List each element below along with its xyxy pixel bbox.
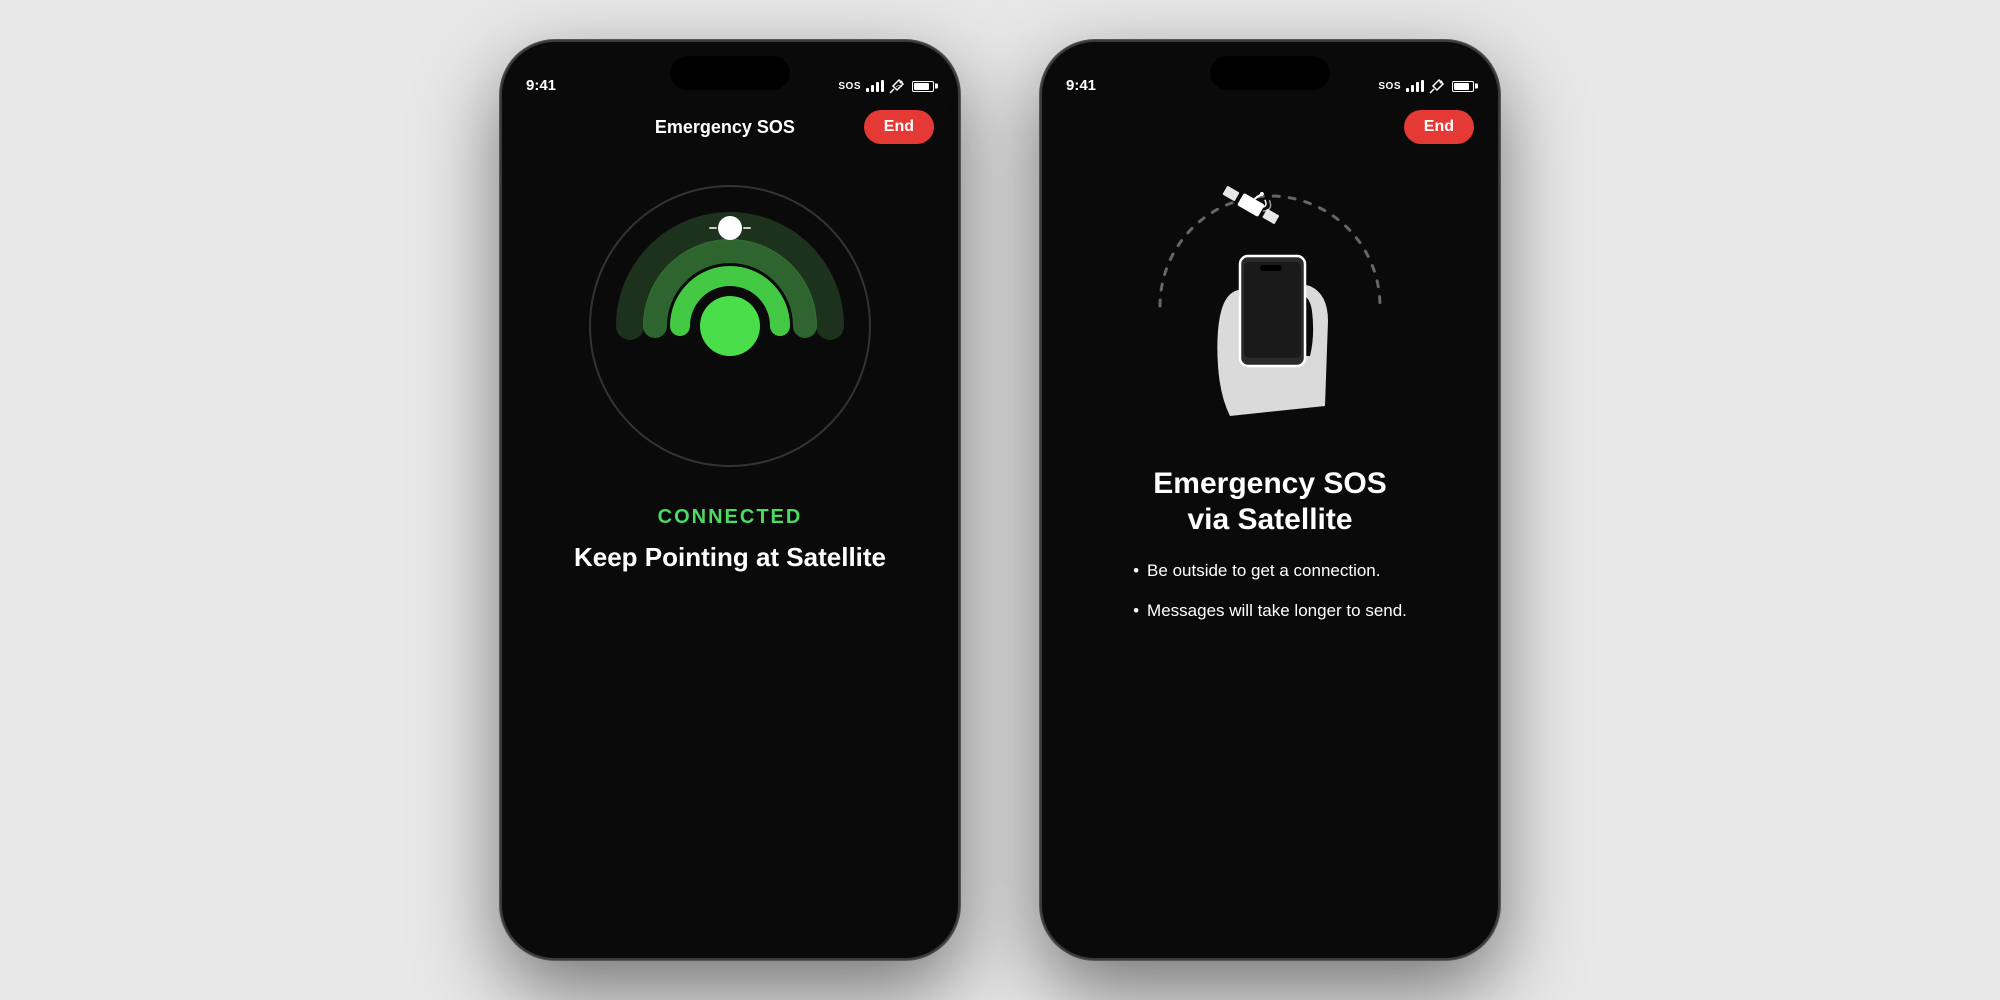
dynamic-island-2 (1210, 56, 1330, 90)
nav-title-1: Emergency SOS (655, 117, 795, 138)
satellite-instruction: Keep Pointing at Satellite (544, 541, 916, 575)
dynamic-island-1 (670, 56, 790, 90)
battery-icon-2 (1452, 81, 1474, 92)
status-icons-1: SOS (838, 78, 934, 94)
phone-hand-illustration (1200, 236, 1340, 416)
info-bullets-list: Be outside to get a connection. Messages… (1103, 538, 1437, 657)
phone-screen-2: 9:41 SOS End (1042, 42, 1498, 958)
radar-visualization (580, 176, 880, 476)
end-button-1[interactable]: End (864, 110, 934, 144)
signal-icon-1 (866, 80, 884, 92)
end-button-2[interactable]: End (1404, 110, 1474, 144)
phone-frame-1: 9:41 SOS (500, 40, 960, 960)
sos-indicator-2: SOS (1378, 81, 1401, 92)
power-button-2[interactable] (1498, 242, 1500, 332)
info-title: Emergency SOS via Satellite (1123, 466, 1416, 538)
connected-label: CONNECTED (658, 506, 803, 529)
orbit-container (1130, 166, 1410, 446)
info-text-block: Emergency SOS via Satellite (1093, 446, 1446, 538)
radar-container: CONNECTED Keep Pointing at Satellite (502, 156, 958, 958)
power-button[interactable] (958, 242, 960, 332)
satellite-status-icon-2 (1429, 78, 1445, 94)
bullet-item-1: Be outside to get a connection. (1133, 558, 1407, 584)
satellite-visual: Emergency SOS via Satellite Be outside t… (1042, 156, 1498, 958)
phone-frame-2: 9:41 SOS End (1040, 40, 1500, 960)
satellite-status-icon-1 (889, 78, 905, 94)
bullet-item-2: Messages will take longer to send. (1133, 598, 1407, 624)
sos-indicator-1: SOS (838, 81, 861, 92)
signal-icon-2 (1406, 80, 1424, 92)
battery-icon-1 (912, 81, 934, 92)
phone-screen-1: 9:41 SOS (502, 42, 958, 958)
status-icons-2: SOS (1378, 78, 1474, 94)
